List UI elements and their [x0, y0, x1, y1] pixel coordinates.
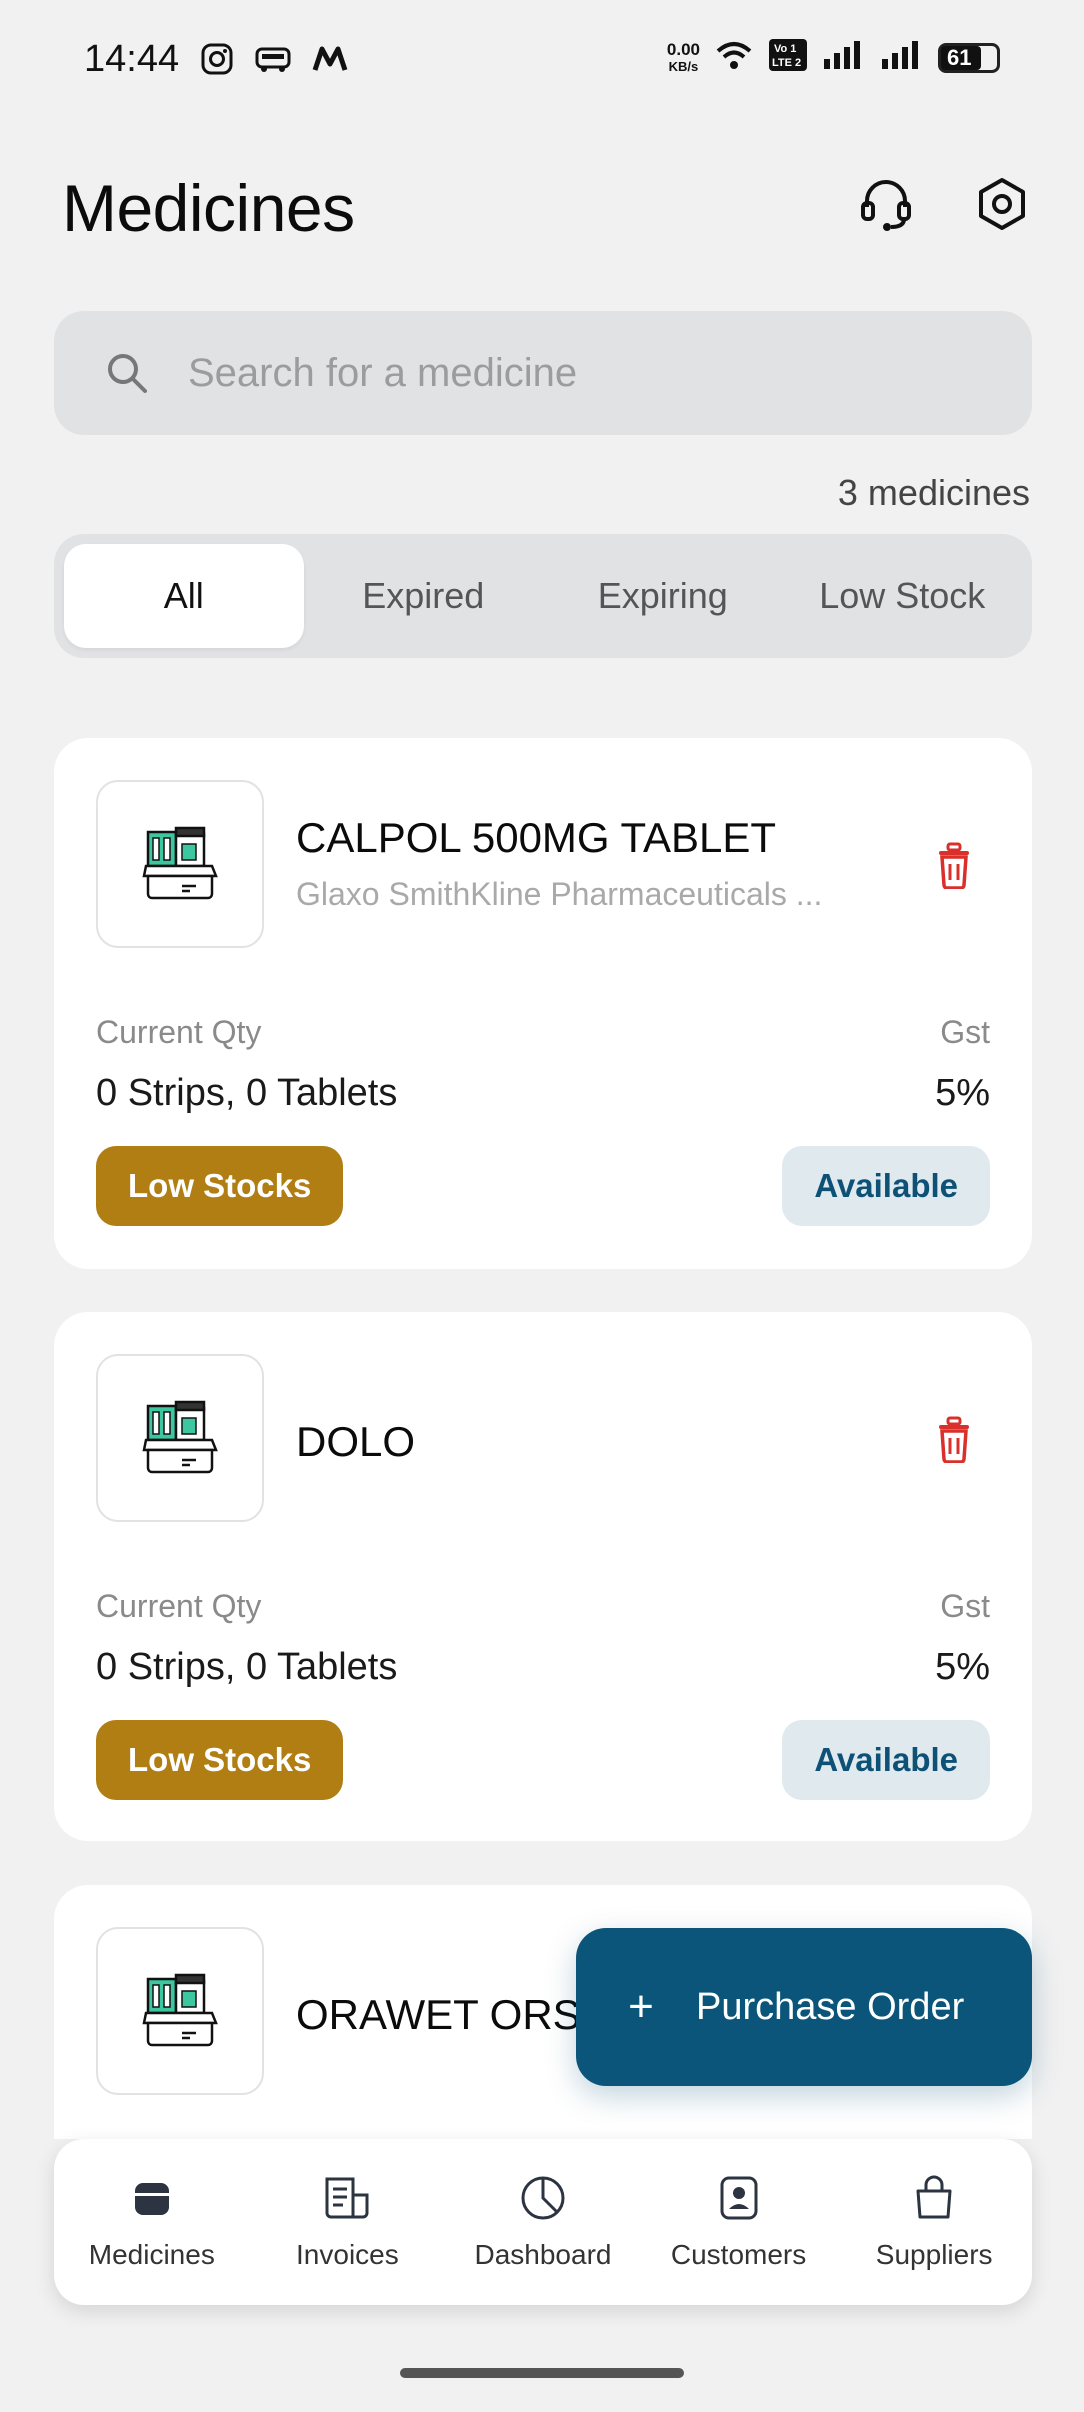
nav-medicines[interactable]: Medicines [54, 2139, 250, 2305]
bottom-nav: Medicines Invoices Dashboard Customers S… [54, 2139, 1032, 2305]
medicine-name: DOLO [296, 1418, 416, 1465]
network-speed: 0.00 KB/s [666, 39, 700, 74]
filter-tabs: All Expired Expiring Low Stock [54, 534, 1032, 658]
svg-text:Vo 1: Vo 1 [774, 43, 796, 55]
medicine-box-icon [142, 1973, 218, 2047]
medicine-box-icon [142, 1400, 218, 1474]
status-app-icons [200, 42, 348, 81]
signal-icon-1 [822, 39, 866, 76]
gst-value: 5% [935, 1072, 990, 1114]
settings-icon[interactable] [970, 172, 1034, 236]
available-badge: Available [782, 1720, 990, 1800]
gst-label: Gst [940, 1014, 990, 1050]
medicine-count: 3 medicines [837, 472, 1030, 513]
nav-label: Medicines [88, 2239, 215, 2270]
headset-icon[interactable] [854, 172, 918, 236]
nav-customers[interactable]: Customers [641, 2139, 837, 2305]
low-stock-badge: Low Stocks [96, 1720, 344, 1800]
wifi-icon [714, 39, 754, 76]
search-input[interactable] [188, 350, 988, 396]
search-bar[interactable] [54, 311, 1032, 435]
tab-all[interactable]: All [64, 544, 304, 648]
m-app-icon [312, 44, 348, 79]
medicines-icon [127, 2173, 177, 2223]
nav-label: Customers [670, 2239, 807, 2270]
purchase-order-label: Purchase Order [696, 1985, 965, 2028]
qty-value: 0 Strips, 0 Tablets [96, 1646, 398, 1688]
status-time: 14:44 [84, 38, 180, 80]
search-icon [102, 348, 152, 398]
medicine-thumbnail [96, 780, 264, 948]
purchase-order-button[interactable]: + Purchase Order [576, 1928, 1032, 2086]
medicine-card[interactable]: CALPOL 500MG TABLET Glaxo SmithKline Pha… [54, 738, 1032, 1269]
shopping-bag-icon [909, 2173, 959, 2223]
home-indicator[interactable] [400, 2368, 684, 2378]
available-badge: Available [782, 1146, 990, 1226]
nav-label: Suppliers [875, 2239, 993, 2270]
pie-chart-icon [518, 2173, 568, 2223]
tab-expired[interactable]: Expired [304, 544, 544, 648]
qty-label: Current Qty [96, 1014, 262, 1050]
tab-expiring[interactable]: Expiring [543, 544, 783, 648]
medicine-name: ORAWET ORS 2 [296, 1991, 616, 2038]
volte-icon: Vo 1 LTE 2 [768, 38, 808, 77]
instagram-icon [200, 42, 234, 81]
medicine-manufacturer: Glaxo SmithKline Pharmaceuticals ... [296, 876, 823, 912]
gst-label: Gst [940, 1588, 990, 1624]
battery-icon: 61 [938, 42, 1000, 73]
invoice-icon [322, 2173, 372, 2223]
medicine-thumbnail [96, 1354, 264, 1522]
plus-icon: + [628, 1982, 654, 2031]
page-title: Medicines [62, 171, 355, 245]
redbus-icon [254, 44, 292, 79]
nav-label: Invoices [296, 2239, 399, 2270]
medicine-card[interactable]: DOLO Current Qty 0 Strips, 0 Tablets Gst… [54, 1312, 1032, 1841]
delete-icon[interactable] [930, 838, 978, 892]
qty-value: 0 Strips, 0 Tablets [96, 1072, 398, 1114]
nav-dashboard[interactable]: Dashboard [445, 2139, 641, 2305]
medicine-thumbnail [96, 1927, 264, 2095]
nav-label: Dashboard [474, 2239, 612, 2270]
medicine-box-icon [142, 826, 218, 900]
status-right: 0.00 KB/s Vo 1 LTE 2 61 [667, 38, 1000, 77]
qty-label: Current Qty [96, 1588, 262, 1624]
nav-suppliers[interactable]: Suppliers [836, 2139, 1032, 2305]
svg-text:LTE 2: LTE 2 [772, 57, 801, 69]
gst-value: 5% [935, 1646, 990, 1688]
medicine-name: CALPOL 500MG TABLET [296, 814, 777, 861]
customer-icon [714, 2173, 764, 2223]
low-stock-badge: Low Stocks [96, 1146, 344, 1226]
delete-icon[interactable] [930, 1412, 978, 1466]
tab-low-stock[interactable]: Low Stock [783, 544, 1023, 648]
signal-icon-2 [880, 39, 924, 76]
status-bar: 14:44 0.00 KB/s Vo 1 LTE 2 61 [0, 0, 1084, 125]
nav-invoices[interactable]: Invoices [250, 2139, 446, 2305]
